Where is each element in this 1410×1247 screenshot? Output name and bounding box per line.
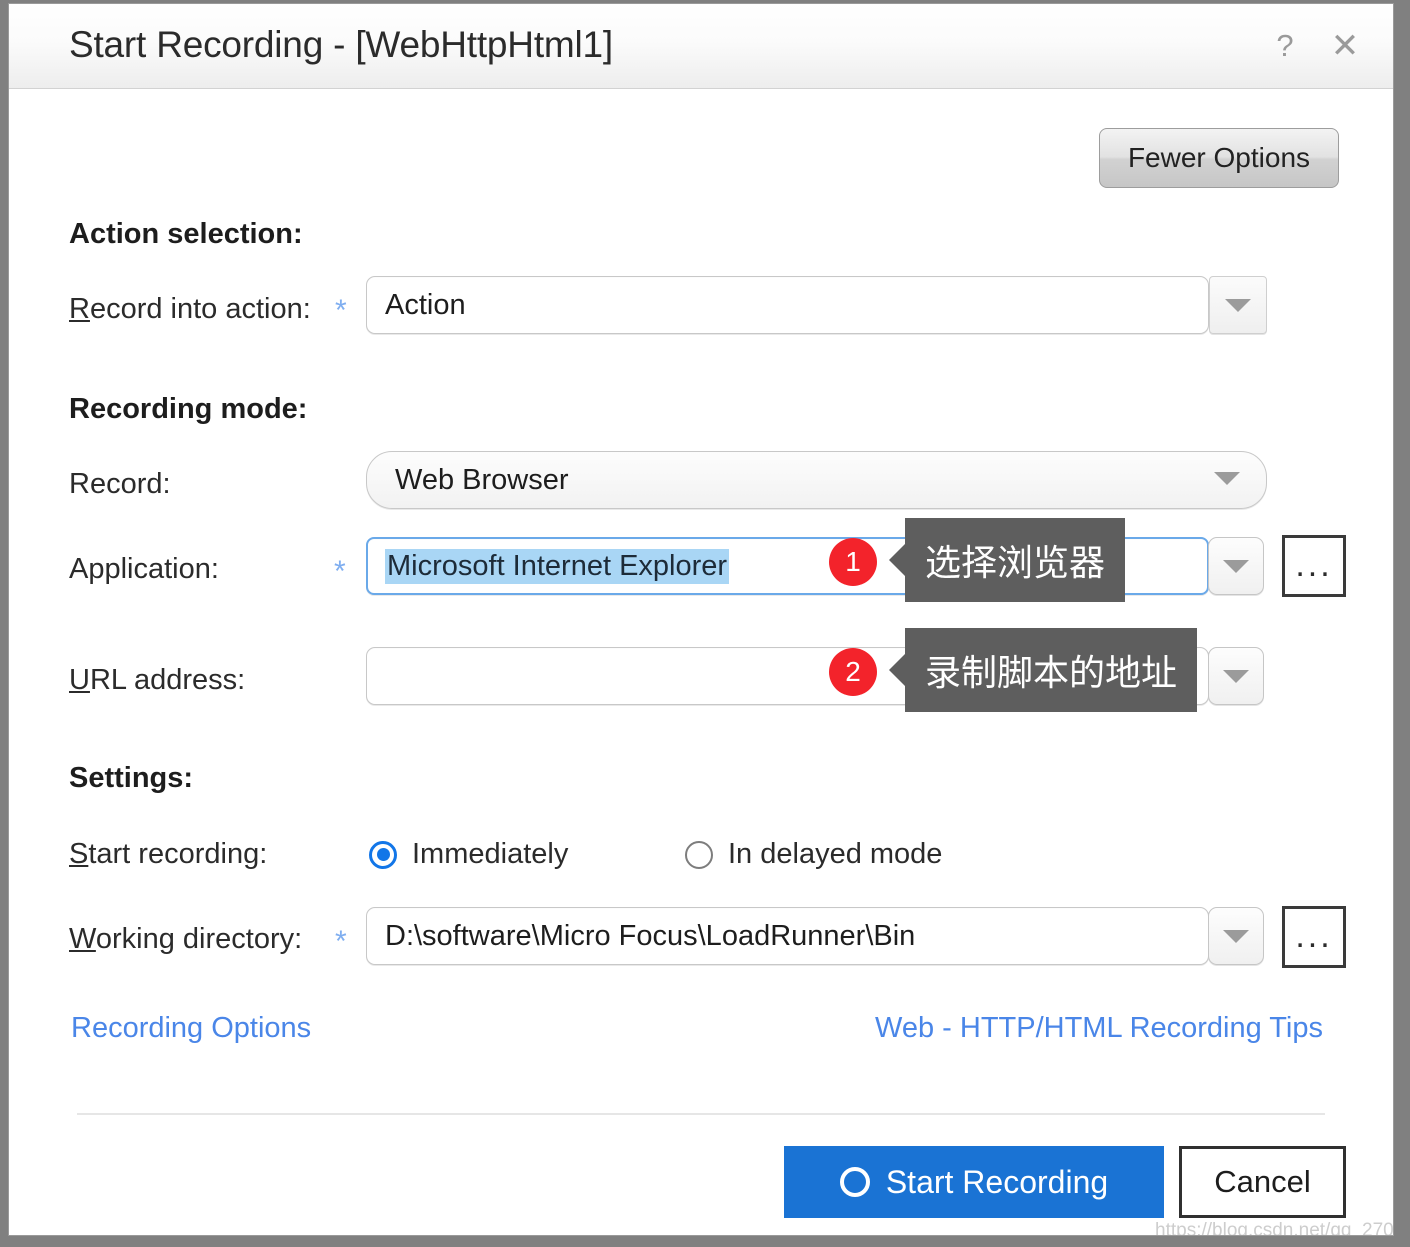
start-recording-mode-label: Start recording:	[69, 838, 267, 871]
start-recording-button-label: Start Recording	[885, 1163, 1109, 1200]
working-directory-browse-button[interactable]: ...	[1282, 906, 1346, 968]
radio-immediately[interactable]: Immediately	[369, 838, 568, 871]
record-into-action-input[interactable]: Action	[366, 276, 1209, 334]
radio-immediately-indicator[interactable]	[369, 840, 397, 869]
working-directory-label: Working directory:	[69, 923, 302, 956]
application-label: Application:	[69, 553, 219, 585]
chevron-down-icon	[1223, 929, 1249, 943]
record-combobox[interactable]: Web Browser	[366, 451, 1267, 509]
action-selection-heading: Action selection:	[69, 218, 303, 250]
working-directory-required-marker: *	[335, 925, 347, 958]
accel-letter: W	[69, 923, 96, 955]
start-recording-dialog: Start Recording - [WebHttpHtml1] ? ✕ Few…	[8, 3, 1394, 1236]
record-into-action-dropdown-button[interactable]	[1209, 276, 1267, 334]
radio-in-delayed-mode-label: In delayed mode	[728, 838, 943, 870]
recording-tips-link[interactable]: Web - HTTP/HTML Recording Tips	[875, 1012, 1323, 1045]
settings-heading: Settings:	[69, 762, 194, 794]
chevron-down-icon	[1223, 669, 1249, 683]
working-directory-dropdown-button[interactable]	[1208, 907, 1264, 965]
callout-badge-2: 2	[829, 648, 877, 696]
url-address-label: URL address:	[69, 664, 245, 697]
application-required-marker: *	[334, 555, 346, 588]
record-label: Record:	[69, 468, 171, 500]
accel-letter: S	[69, 838, 89, 870]
record-circle-icon	[839, 1167, 870, 1197]
working-directory-input[interactable]: D:\software\Micro Focus\LoadRunner\Bin	[366, 907, 1209, 965]
working-directory-value: D:\software\Micro Focus\LoadRunner\Bin	[385, 919, 916, 952]
dialog-title-bar: Start Recording - [WebHttpHtml1] ? ✕	[9, 4, 1393, 89]
close-icon[interactable]: ✕	[1323, 24, 1367, 68]
chevron-down-icon	[1225, 298, 1251, 312]
recording-mode-heading: Recording mode:	[69, 393, 308, 425]
application-dropdown-button[interactable]	[1208, 537, 1264, 595]
record-value: Web Browser	[395, 463, 569, 496]
footer-divider	[77, 1113, 1325, 1115]
radio-in-delayed-mode-indicator[interactable]	[685, 840, 713, 869]
help-icon[interactable]: ?	[1263, 24, 1307, 68]
start-recording-button[interactable]: Start Recording	[784, 1146, 1164, 1218]
screenshot-root: Start Recording - [WebHttpHtml1] ? ✕ Few…	[0, 0, 1410, 1247]
application-browse-button[interactable]: ...	[1282, 535, 1346, 597]
fewer-options-button[interactable]: Fewer Options	[1099, 128, 1339, 188]
dialog-body: Fewer Options Action selection: Record i…	[9, 90, 1393, 1235]
radio-immediately-label: Immediately	[412, 838, 569, 870]
label-rest: ecord into action:	[89, 293, 311, 325]
watermark-text: https://blog.csdn.net/qq_27009225	[1155, 1220, 1394, 1236]
accel-letter: R	[69, 293, 90, 325]
accel-letter: U	[69, 664, 90, 696]
application-value: Microsoft Internet Explorer	[385, 548, 730, 584]
cancel-button[interactable]: Cancel	[1179, 1146, 1346, 1218]
callout-box-1: 选择浏览器	[888, 518, 1126, 602]
callout-badge-1: 1	[829, 538, 877, 586]
record-into-action-required-marker: *	[335, 294, 347, 327]
label-rest: tart recording:	[88, 838, 268, 870]
record-into-action-label: Record into action:	[69, 293, 311, 326]
recording-options-link[interactable]: Recording Options	[71, 1012, 311, 1045]
label-rest: RL address:	[89, 664, 246, 696]
label-rest: orking directory:	[95, 923, 303, 955]
chevron-down-icon	[1223, 559, 1249, 573]
dialog-title: Start Recording - [WebHttpHtml1]	[69, 24, 613, 65]
callout-box-2: 录制脚本的地址	[888, 628, 1198, 712]
record-into-action-value: Action	[385, 288, 466, 321]
url-address-dropdown-button[interactable]	[1208, 647, 1264, 705]
record-combobox-chevron-down-icon[interactable]	[1214, 472, 1240, 485]
radio-in-delayed-mode[interactable]: In delayed mode	[685, 838, 942, 871]
